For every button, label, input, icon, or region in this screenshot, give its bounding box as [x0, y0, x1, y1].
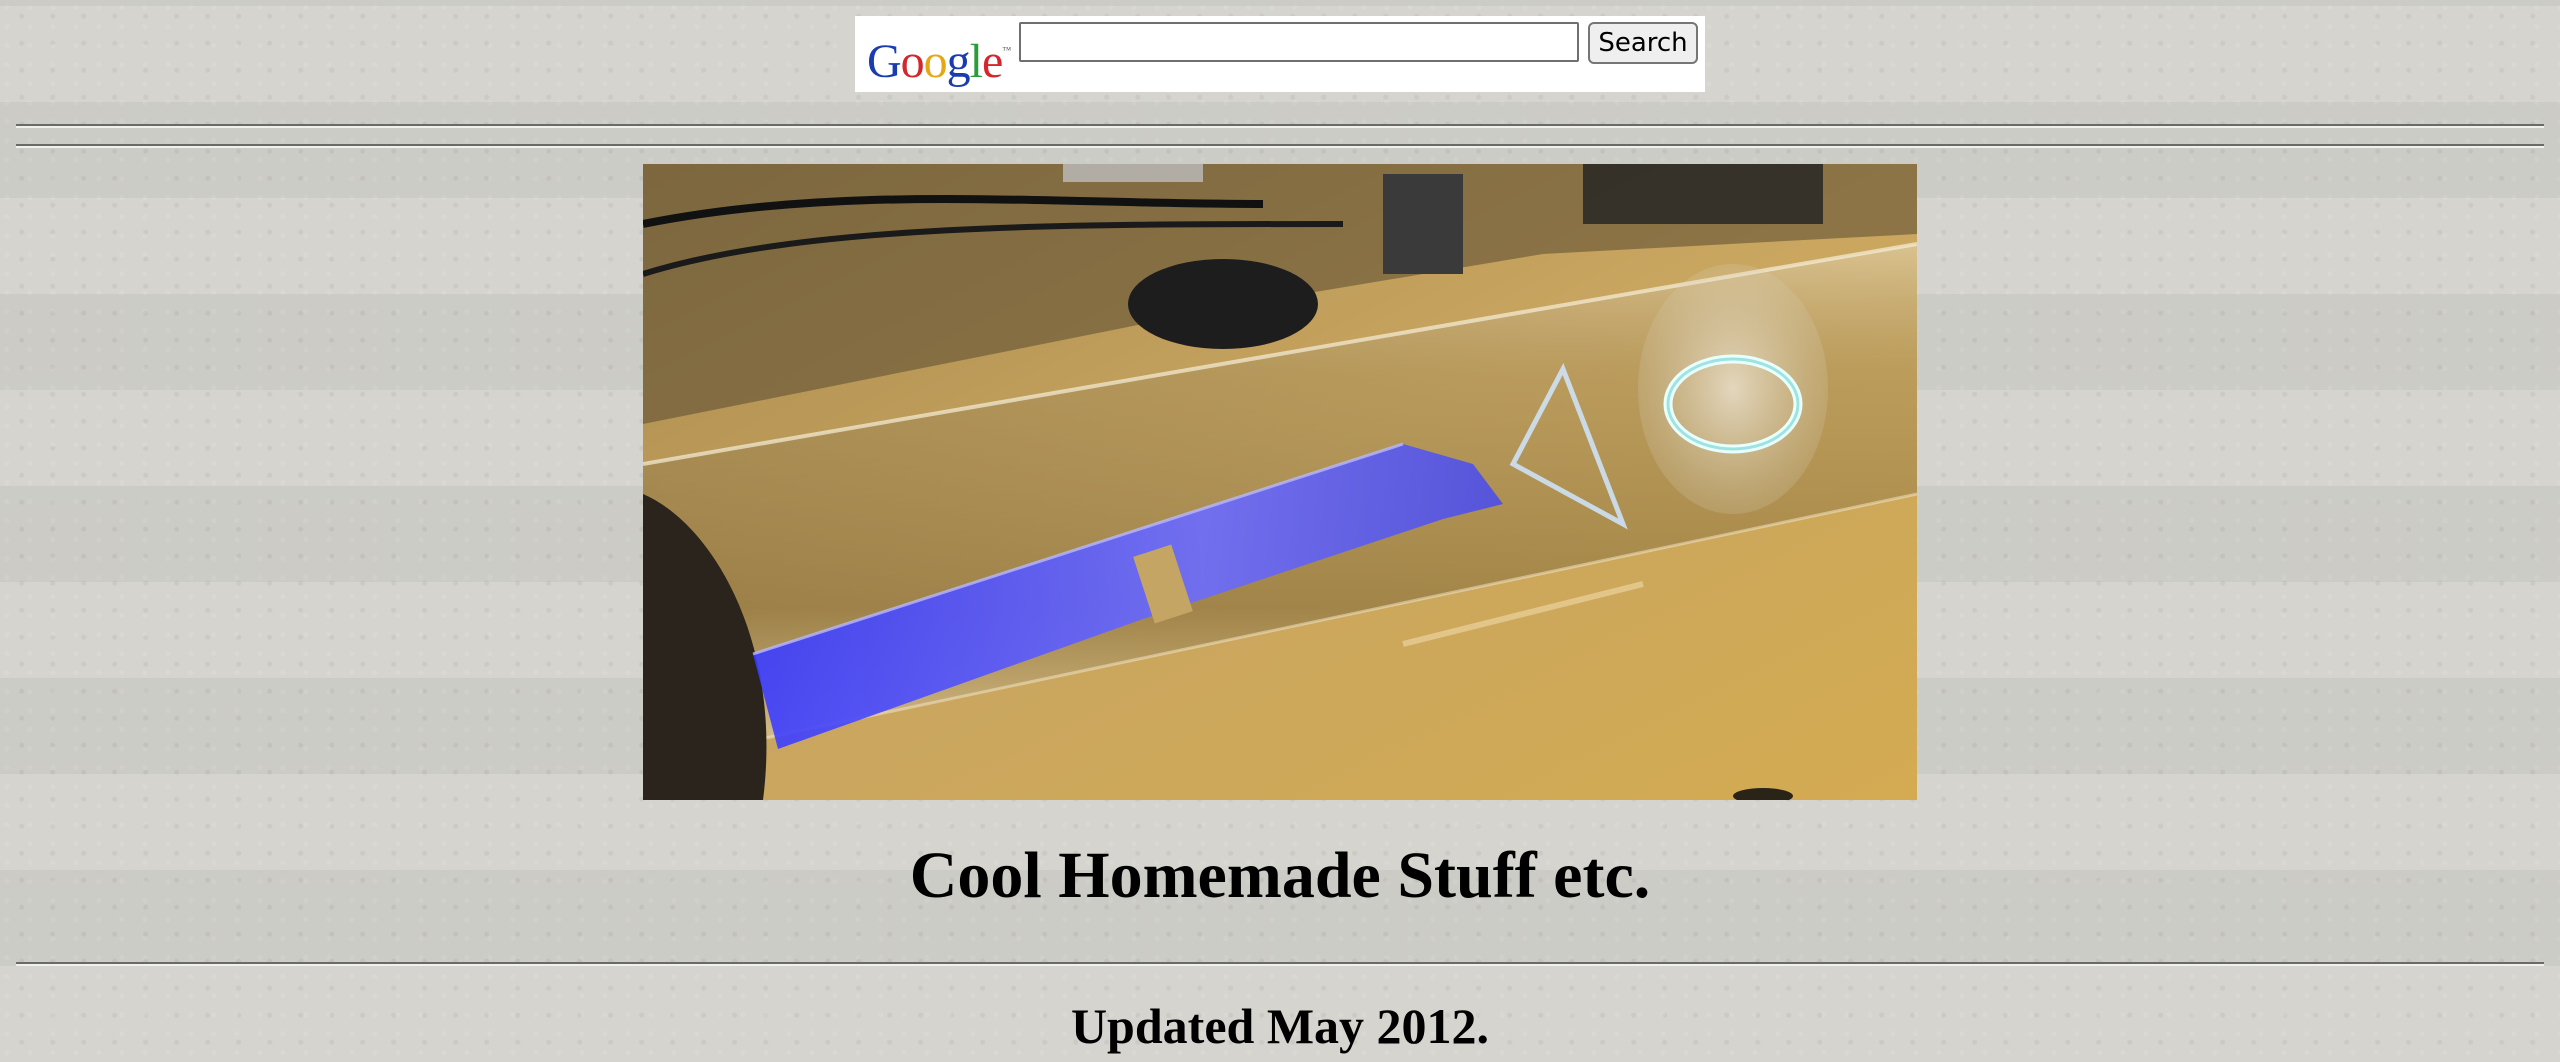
logo-letter: o [923, 35, 948, 88]
hero-photo [643, 164, 1917, 800]
page-title: Cool Homemade Stuff etc. [909, 839, 1651, 912]
logo-letter: G [867, 35, 902, 88]
logo-letter: o [900, 35, 925, 88]
updated-note: Updated May 2012. [1070, 998, 1490, 1054]
google-logo: Google™ [867, 35, 1011, 88]
logo-letter: g [946, 35, 971, 88]
google-search-box: Google™ Search [855, 16, 1705, 92]
divider-top-2 [16, 144, 2544, 148]
logo-letter: e [982, 35, 1003, 88]
divider-bottom [16, 962, 2544, 966]
search-button[interactable]: Search [1588, 22, 1698, 64]
trademark-mark: ™ [1002, 45, 1011, 55]
divider-top-1 [16, 124, 2544, 128]
search-input[interactable] [1019, 22, 1579, 62]
logo-letter: l [969, 35, 983, 88]
photo-icon [643, 164, 1917, 800]
